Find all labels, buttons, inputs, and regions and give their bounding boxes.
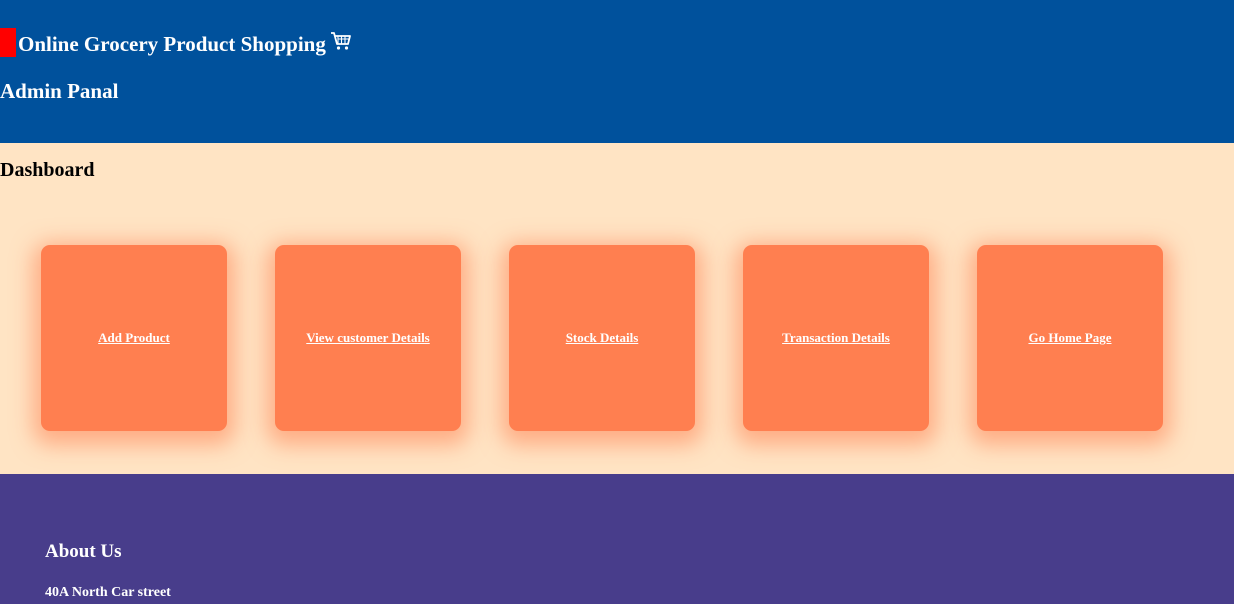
site-title: Online Grocery Product Shopping <box>18 32 326 56</box>
go-home-page-link[interactable]: Go Home Page <box>1028 330 1111 346</box>
dashboard-section: Dashboard Add Product View customer Deta… <box>0 143 1234 474</box>
stock-details-link[interactable]: Stock Details <box>566 330 639 346</box>
add-product-link[interactable]: Add Product <box>98 330 170 346</box>
card-add-product[interactable]: Add Product <box>41 245 227 431</box>
card-stock-details[interactable]: Stock Details <box>509 245 695 431</box>
admin-panel-title: Admin Panal <box>0 79 119 103</box>
card-transaction-details[interactable]: Transaction Details <box>743 245 929 431</box>
site-title-heading: Online Grocery Product Shopping <box>18 30 352 58</box>
site-header: Online Grocery Product Shopping Admin Pa… <box>0 0 1234 143</box>
transaction-details-link[interactable]: Transaction Details <box>782 330 890 346</box>
shopping-cart-icon <box>330 30 352 58</box>
card-go-home-page[interactable]: Go Home Page <box>977 245 1163 431</box>
site-footer: About Us 40A North Car street <box>0 474 1234 604</box>
card-view-customer-details[interactable]: View customer Details <box>275 245 461 431</box>
dashboard-title: Dashboard <box>0 159 95 181</box>
footer-address: 40A North Car street <box>45 585 171 600</box>
view-customer-details-link[interactable]: View customer Details <box>306 330 429 346</box>
about-us-title: About Us <box>45 541 122 562</box>
brand-mark <box>0 28 16 57</box>
